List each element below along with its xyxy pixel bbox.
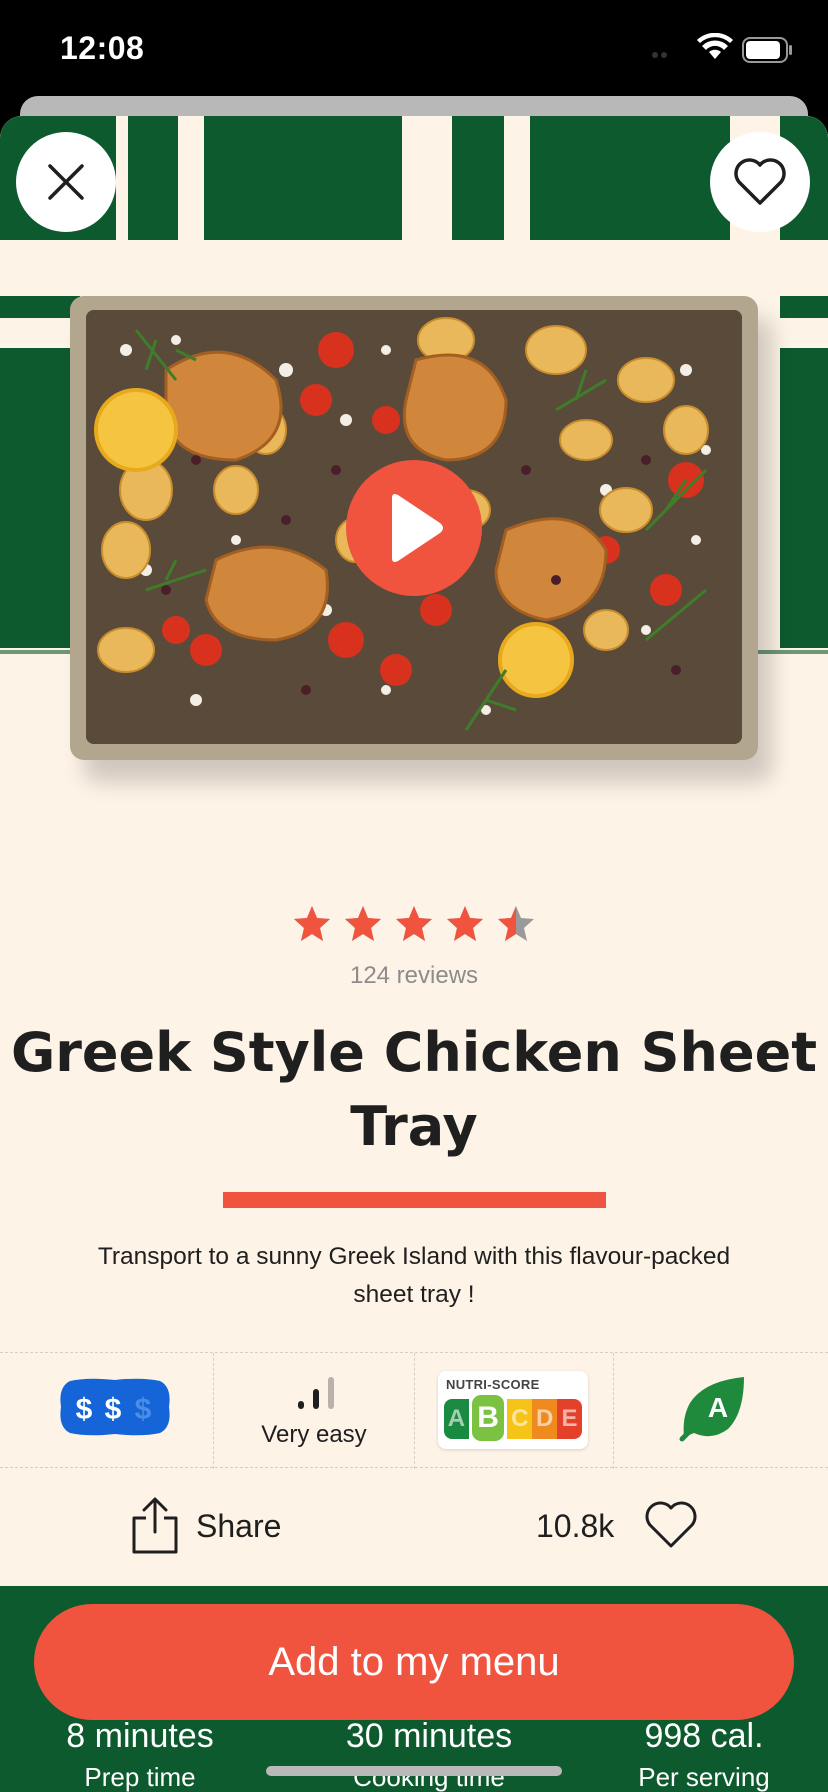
stat-calories: 998 cal. Per serving [574,1716,828,1792]
like-button[interactable]: 10.8k [532,1496,702,1556]
nutri-grade-b: B [468,1392,508,1444]
recipe-hero-image [0,116,828,856]
share-icon [132,1497,178,1554]
close-icon [48,164,84,200]
home-indicator[interactable] [266,1766,562,1776]
heart-outline-icon [734,158,786,205]
likes-count: 10.8k [536,1508,615,1544]
price-symbol-1: $ [76,1393,93,1426]
price-symbol-2: $ [105,1393,122,1426]
nutri-grade-e: E [557,1399,582,1439]
add-to-menu-button[interactable]: Add to my menu [34,1604,794,1720]
play-video-button[interactable] [346,460,482,596]
star-icon [294,906,330,941]
star-icon [396,906,432,941]
status-time: 12:08 [60,30,145,66]
leaf-icon: A [679,1377,744,1442]
bar-signal-icon [298,1377,334,1409]
signal-icon [652,50,672,60]
title-underline [223,1192,606,1208]
stat-value: 998 cal. [644,1717,764,1755]
star-icon [345,906,381,941]
nutri-grade-c: C [507,1399,533,1439]
stat-prep: 8 minutes Prep time [10,1716,270,1792]
recipe-sheet: 124 reviews Greek Style Chicken Sheet Tr… [0,116,828,1792]
recipe-description: Transport to a sunny Greek Island with t… [97,1243,731,1308]
review-count[interactable]: 124 reviews [0,962,828,990]
nutri-grade-d: D [532,1399,558,1439]
price-symbol-3: $ [135,1393,152,1426]
eco-score-letter: A [708,1392,728,1423]
nutri-score-badge: NUTRI-SCORE ABCDE [438,1371,588,1449]
stat-label: Per serving [638,1762,770,1792]
nutri-score-scale: ABCDE [444,1392,582,1444]
share-button[interactable]: Share [130,1496,300,1556]
stat-value: 30 minutes [345,1717,513,1755]
star-icon [447,906,483,941]
recipe-attributes: $ $ $ Very easy NUTRI-SCORE ABCDE A [0,1352,828,1469]
price-badge: $ $ $ [60,1378,170,1436]
nutri-score-title: NUTRI-SCORE [446,1377,540,1392]
heart-outline-icon [645,1501,697,1548]
stat-cooking: 30 minutes Cooking time [299,1716,559,1792]
close-button[interactable] [16,132,116,232]
share-label: Share [196,1508,282,1544]
recipe-title: Greek Style Chicken Sheet Tray [10,1021,818,1158]
favorite-button[interactable] [710,132,810,232]
star-icon [498,906,534,941]
nutri-grade-a: A [444,1399,469,1439]
rating-stars [292,904,536,944]
status-bar: 12:08 [0,0,828,100]
play-icon [392,494,443,562]
stat-label: Prep time [84,1762,196,1792]
difficulty-label: Very easy [261,1421,367,1448]
wifi-icon [697,33,733,59]
stat-label: Cooking time [353,1762,505,1792]
stat-value: 8 minutes [66,1717,214,1755]
battery-icon [742,37,792,63]
